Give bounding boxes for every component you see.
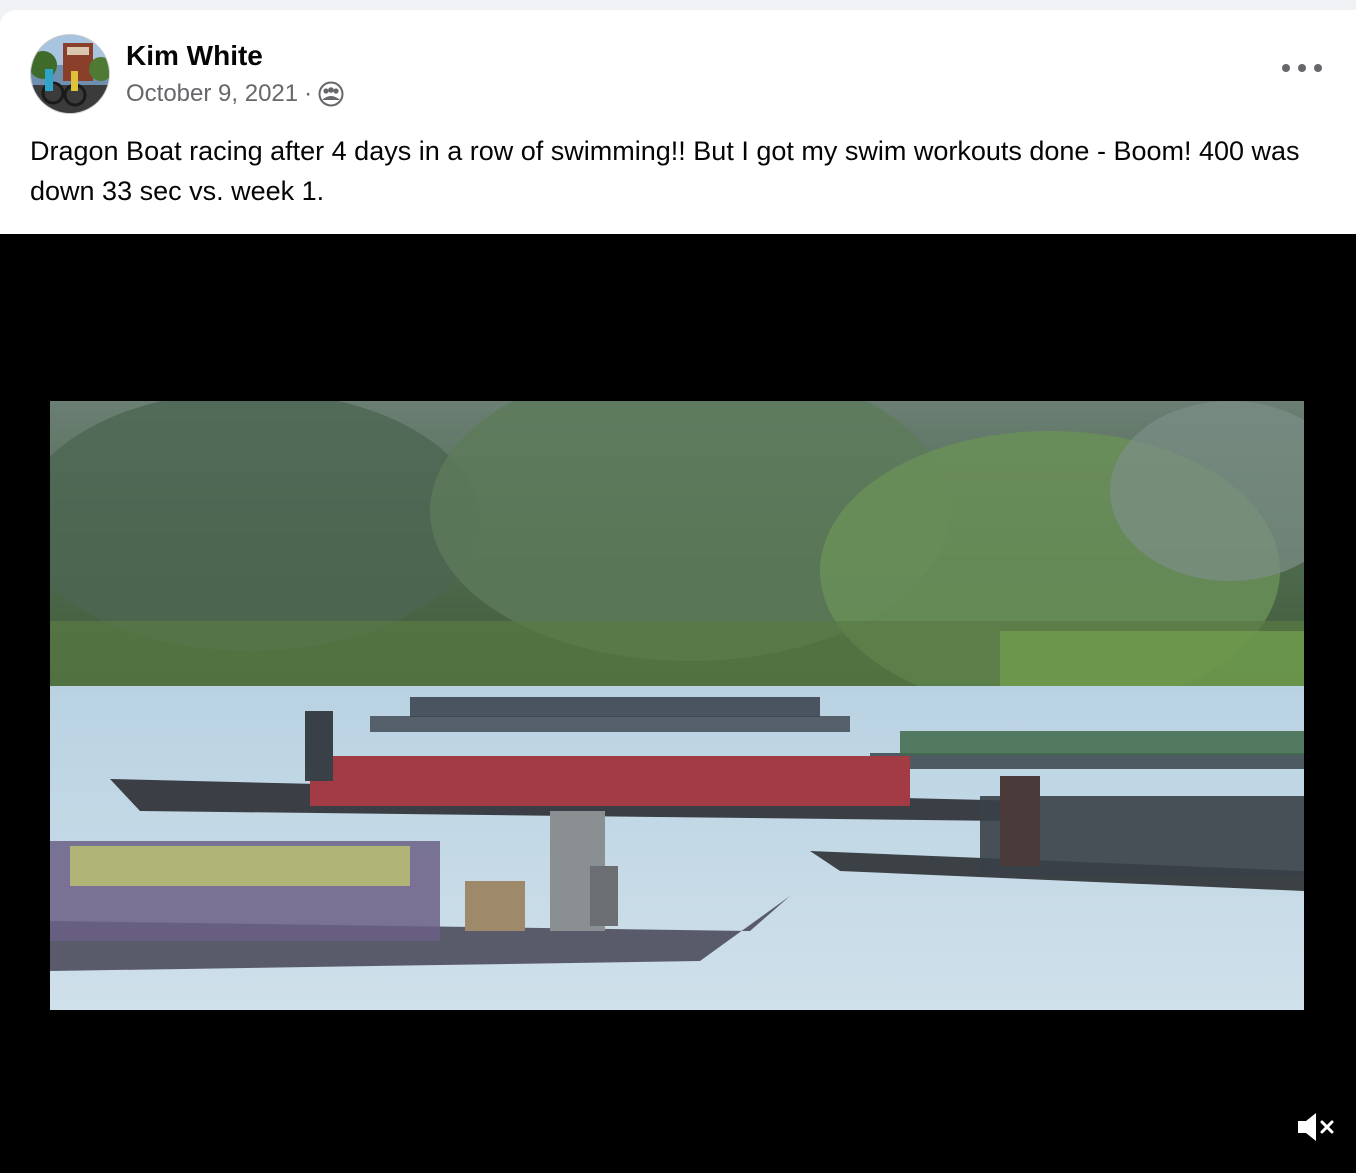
video-thumbnail [50,401,1304,1010]
post-card: Kim White October 9, 2021 · Dragon Boat … [0,10,1356,1173]
avatar[interactable] [30,34,110,114]
post-date-row: October 9, 2021 · [126,79,344,109]
date-separator: · [304,80,313,107]
post-date[interactable]: October 9, 2021 [126,79,298,109]
video-frame [50,401,1304,1010]
avatar-image [31,35,109,113]
volume-muted-icon[interactable] [1284,1099,1340,1155]
video-player[interactable] [0,234,1356,1173]
post-header: Kim White October 9, 2021 · [30,34,344,114]
post-meta: Kim White October 9, 2021 · [126,39,344,109]
friends-icon[interactable] [318,81,344,107]
author-name[interactable]: Kim White [126,39,344,73]
post-text: Dragon Boat racing after 4 days in a row… [30,136,1300,206]
more-options-icon[interactable] [1282,56,1322,80]
